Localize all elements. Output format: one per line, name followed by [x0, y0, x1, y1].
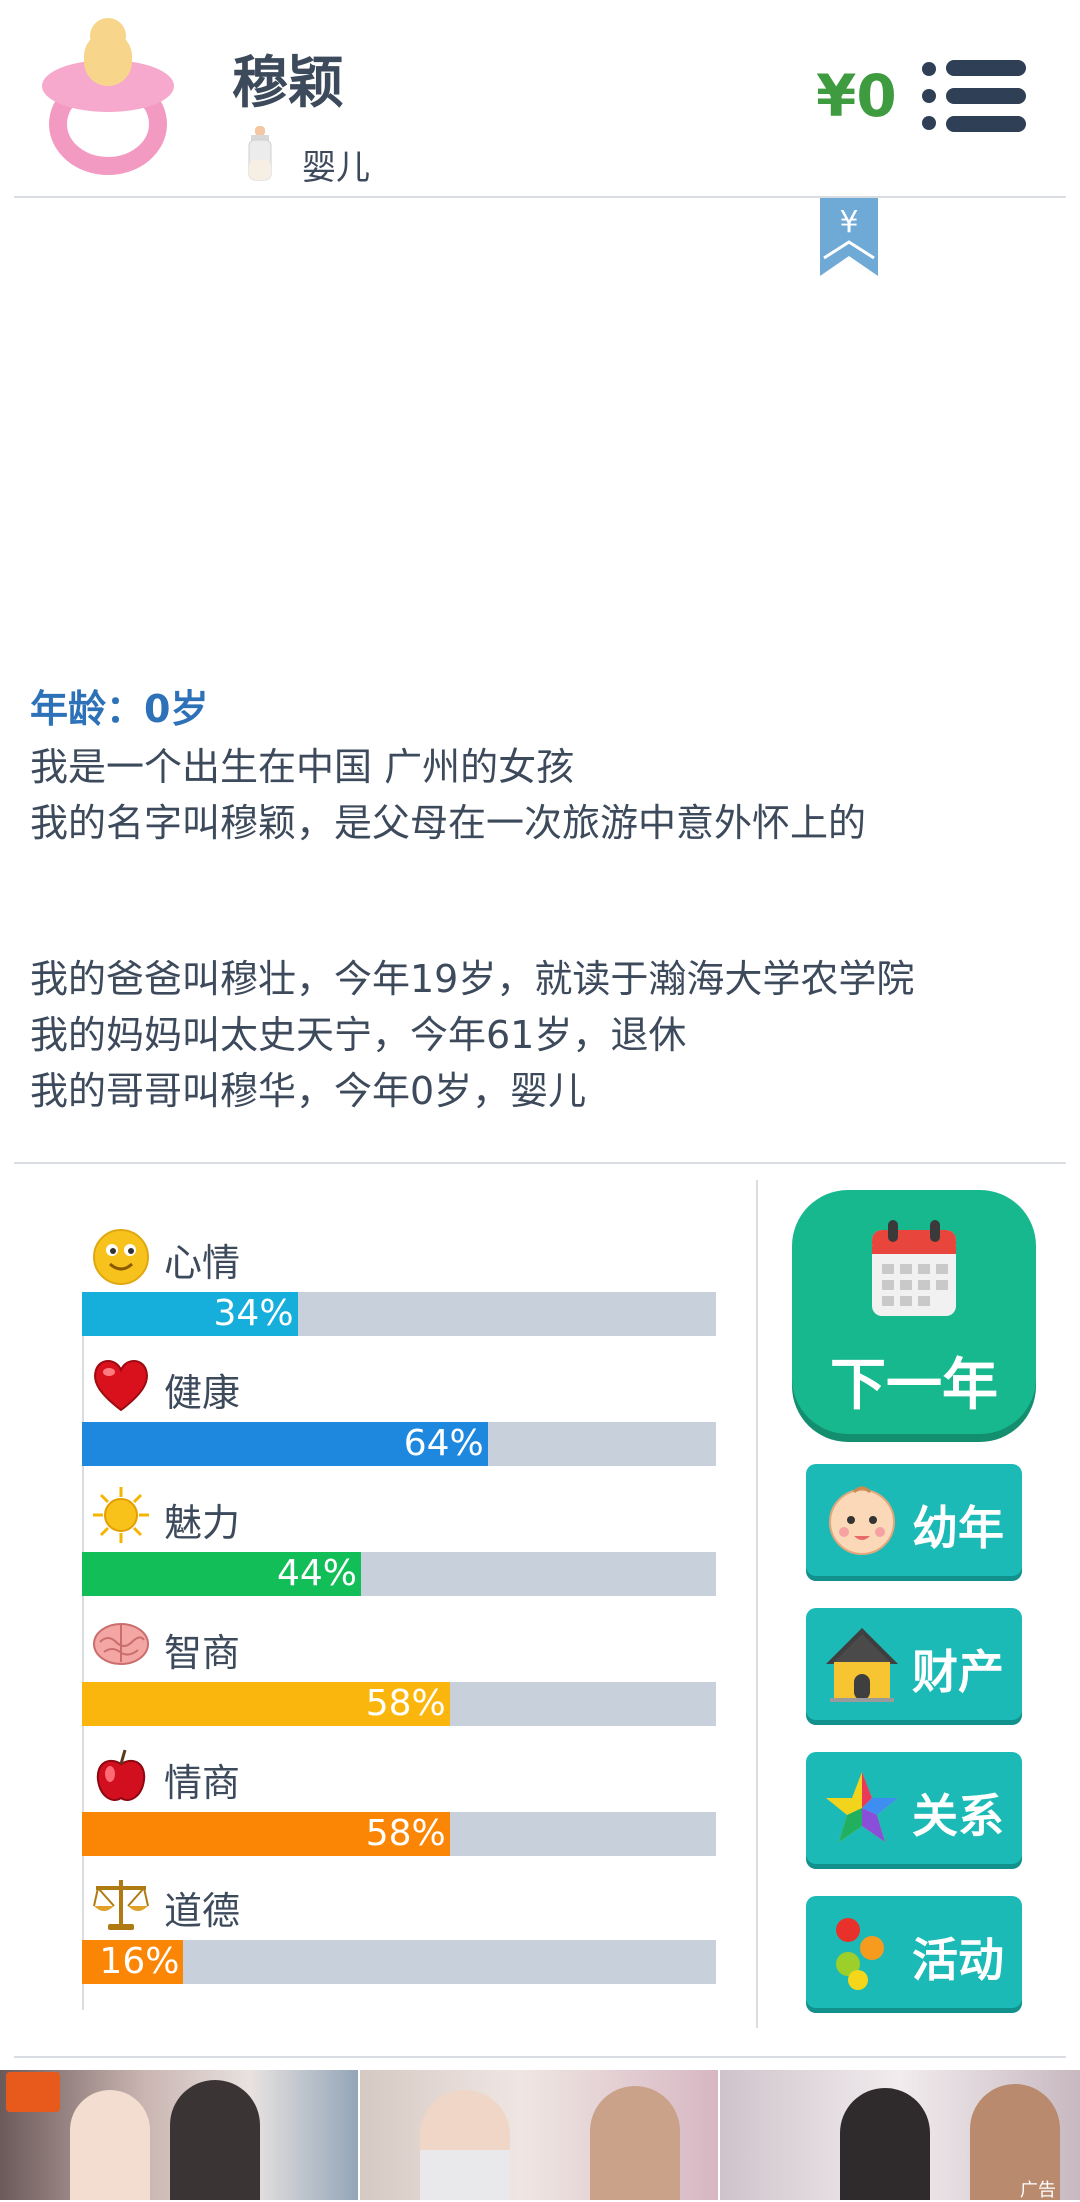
brain-icon	[93, 1623, 149, 1665]
ribbon-symbol: ¥	[839, 205, 858, 240]
activity-dots-icon	[836, 1918, 884, 1990]
relations-button[interactable]: 关系	[806, 1752, 1022, 1864]
menu-dot-icon	[922, 89, 936, 103]
character-name: 穆颖	[232, 51, 344, 116]
stat-bar-iq: 58%	[82, 1682, 716, 1726]
stat-label-morality: 道德	[164, 1889, 241, 1933]
ad-label: 广告	[1020, 2180, 1056, 2201]
calendar-icon	[872, 1220, 956, 1316]
menu-dot-icon	[922, 116, 936, 130]
money-amount: ¥0	[816, 62, 897, 130]
menu-button[interactable]	[922, 56, 1026, 136]
stat-bar-fill: 44%	[82, 1552, 361, 1596]
story-line: 我的妈妈叫太史天宁，今年61岁，退休	[30, 1013, 687, 1057]
scales-icon	[93, 1880, 149, 1930]
story-line: 我是一个出生在中国 广州的女孩	[30, 745, 575, 789]
stat-bar-morality: 16%	[82, 1940, 716, 1984]
stat-label-health: 健康	[164, 1371, 241, 1415]
header: 穆颖 婴儿 ¥0	[0, 0, 1080, 196]
apple-icon	[96, 1749, 146, 1801]
ad-logo-icon	[6, 2072, 60, 2112]
stats-axis-line	[82, 1300, 84, 2010]
stat-label-mood: 心情	[164, 1241, 241, 1285]
footer-divider	[14, 2056, 1066, 2058]
childhood-button[interactable]: 幼年	[806, 1464, 1022, 1576]
next-year-label: 下一年	[830, 1353, 998, 1418]
stat-bar-fill: 34%	[82, 1292, 298, 1336]
smiley-icon	[93, 1229, 149, 1285]
life-stage-label: 婴儿	[302, 148, 370, 188]
stat-label-charm: 魅力	[164, 1501, 241, 1545]
stat-value: 64%	[403, 1423, 484, 1464]
relations-label: 关系	[912, 1789, 1004, 1843]
stat-value: 58%	[365, 1813, 446, 1854]
yuan-ribbon-icon[interactable]: ¥	[820, 198, 878, 276]
stat-bar-fill: 58%	[82, 1812, 450, 1856]
story-line: 我的爸爸叫穆壮，今年19岁，就读于瀚海大学农学院	[30, 957, 915, 1001]
stat-value: 34%	[213, 1293, 294, 1334]
stat-bar-mood: 34%	[82, 1292, 716, 1336]
property-button[interactable]: 财产	[806, 1608, 1022, 1720]
childhood-label: 幼年	[912, 1501, 1004, 1555]
stat-value: 58%	[365, 1683, 446, 1724]
next-year-button[interactable]: 下一年	[792, 1190, 1036, 1434]
stat-bar-charm: 44%	[82, 1552, 716, 1596]
star-icon	[826, 1772, 898, 1842]
menu-dot-icon	[922, 62, 936, 76]
header-divider	[14, 196, 1066, 198]
ad-image	[360, 2070, 718, 2200]
stat-value: 16%	[99, 1941, 180, 1982]
ad-banner[interactable]	[0, 2070, 1080, 2200]
age-label: 年龄：0岁	[30, 687, 209, 731]
section-divider	[14, 1162, 1066, 1164]
property-label: 财产	[912, 1645, 1004, 1699]
stat-value: 44%	[276, 1553, 357, 1594]
stat-bar-health: 64%	[82, 1422, 716, 1466]
stat-bar-fill: 16%	[82, 1940, 184, 1984]
stat-label-eq: 情商	[164, 1761, 241, 1805]
stat-bar-fill: 58%	[82, 1682, 450, 1726]
heart-icon	[94, 1360, 148, 1412]
menu-bar-icon	[946, 116, 1026, 132]
baby-face-icon	[829, 1486, 895, 1555]
column-divider	[756, 1180, 758, 2028]
sun-icon	[93, 1487, 149, 1543]
activity-label: 活动	[912, 1933, 1004, 1987]
story-line: 我的名字叫穆颖，是父母在一次旅游中意外怀上的	[30, 801, 867, 845]
story-line: 我的哥哥叫穆华，今年0岁，婴儿	[30, 1069, 587, 1113]
house-icon	[826, 1628, 898, 1702]
menu-bar-icon	[946, 88, 1026, 104]
baby-bottle-icon	[248, 126, 272, 181]
stat-bar-fill: 64%	[82, 1422, 488, 1466]
activity-button[interactable]: 活动	[806, 1896, 1022, 2008]
stat-bar-eq: 58%	[82, 1812, 716, 1856]
stat-label-iq: 智商	[164, 1631, 241, 1675]
pacifier-icon	[42, 18, 174, 175]
menu-bar-icon	[946, 60, 1026, 76]
